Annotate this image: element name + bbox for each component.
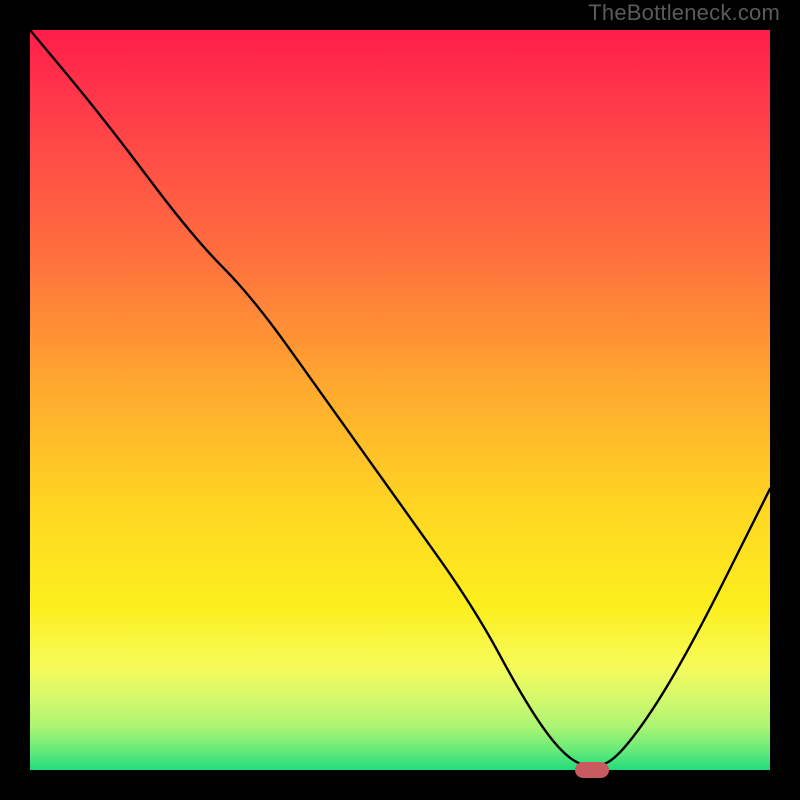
bottleneck-curve xyxy=(30,30,770,766)
plot-area xyxy=(30,30,770,770)
watermark-text: TheBottleneck.com xyxy=(588,0,780,26)
chart-frame: TheBottleneck.com xyxy=(0,0,800,800)
curve-layer xyxy=(30,30,770,770)
optimal-point-marker xyxy=(575,762,609,778)
